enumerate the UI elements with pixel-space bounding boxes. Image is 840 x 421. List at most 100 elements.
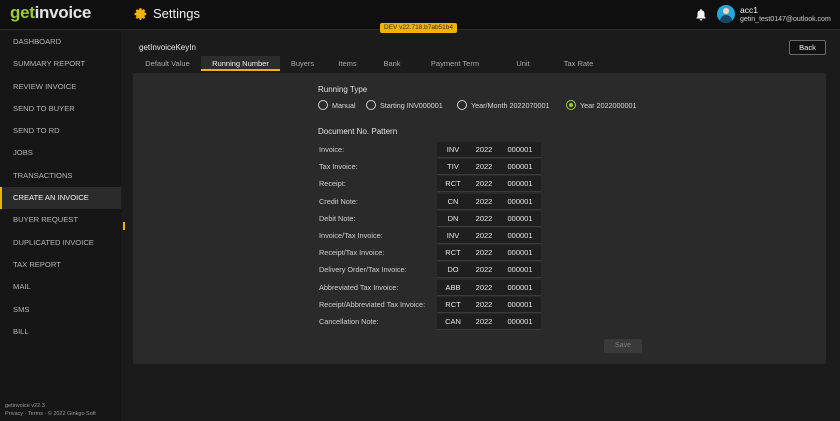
radio-unchecked-icon[interactable] — [318, 100, 328, 110]
sidebar-item-send-to-buyer[interactable]: SEND TO BUYER — [0, 98, 121, 120]
prefix-field[interactable]: INV — [437, 228, 469, 244]
settings-tabs: Default Value Running Number Buyers Items Ba… — [134, 56, 607, 71]
number-field[interactable]: 000001 — [499, 228, 541, 244]
footer-separator: · — [24, 411, 27, 417]
tab-bank[interactable]: Bank — [370, 56, 414, 71]
sidebar-collapse-handle[interactable] — [123, 222, 125, 230]
prefix-field[interactable]: RCT — [437, 296, 469, 313]
running-type-label: Running Type — [318, 85, 368, 94]
prefix-field[interactable]: TIV — [437, 159, 469, 176]
sidebar-item-dashboard[interactable]: DASHBOARD — [0, 31, 121, 53]
number-field[interactable]: 000001 — [499, 279, 541, 296]
year-field[interactable]: 2022 — [469, 176, 499, 193]
prefix-field[interactable]: DN — [437, 210, 469, 227]
year-field[interactable]: 2022 — [469, 193, 499, 210]
year-field[interactable]: 2022 — [469, 296, 499, 313]
prefix-field[interactable]: INV — [437, 142, 469, 158]
number-field[interactable]: 000001 — [499, 210, 541, 227]
tab-tax-rate[interactable]: Tax Rate — [550, 56, 607, 71]
running-type-option[interactable]: Starting INV000001 — [366, 99, 443, 111]
prefix-field[interactable]: RCT — [437, 176, 469, 193]
sidebar-item-send-to-rd[interactable]: SEND TO RD — [0, 120, 121, 142]
sidebar-item-buyer-request[interactable]: BUYER REQUEST — [0, 209, 121, 231]
pattern-row-label: Delivery Order/Tax Invoice: — [319, 265, 407, 275]
radio-unchecked-icon[interactable] — [366, 100, 376, 110]
year-field[interactable]: 2022 — [469, 279, 499, 296]
gear-icon — [134, 7, 147, 20]
year-field[interactable]: 2022 — [469, 210, 499, 227]
number-field[interactable]: 000001 — [499, 176, 541, 193]
bell-icon[interactable] — [695, 8, 707, 21]
avatar-body-shape — [720, 15, 732, 23]
sidebar-item-mail[interactable]: MAIL — [0, 276, 121, 298]
sidebar-item-transactions[interactable]: TRANSACTIONS — [0, 165, 121, 187]
terms-link[interactable]: Terms — [28, 411, 43, 417]
pattern-section-label: Document No. Pattern — [318, 127, 398, 136]
footer-separator: · — [44, 411, 47, 417]
number-field[interactable]: 000001 — [499, 142, 541, 158]
copyright-text: © 2022 Ginkgo Soft — [47, 411, 96, 417]
sidebar-nav: DASHBOARD SUMMARY REPORT REVIEW INVOICE SEN… — [0, 31, 121, 343]
running-type-option[interactable]: Manual — [318, 99, 356, 111]
footer-version: getinvoice v22.3 — [5, 403, 45, 409]
sidebar-item-create-an-invoice[interactable]: CREATE AN INVOICE — [0, 187, 121, 210]
year-field[interactable]: 2022 — [469, 142, 499, 158]
prefix-field[interactable]: DO — [437, 262, 469, 279]
sidebar-item-jobs[interactable]: JOBS — [0, 142, 121, 164]
pattern-row-label: Abbreviated Tax Invoice: — [319, 282, 399, 292]
year-field[interactable]: 2022 — [469, 228, 499, 244]
sidebar-item-sms[interactable]: SMS — [0, 299, 121, 321]
radio-label: Year 2022000001 — [580, 100, 637, 110]
app-logo[interactable]: getinvoice — [10, 3, 91, 23]
radio-label: Year/Month 2022070001 — [471, 100, 550, 110]
save-button[interactable]: Save — [604, 339, 642, 353]
tab-running-number[interactable]: Running Number — [201, 56, 280, 71]
sidebar-item-summary-report[interactable]: SUMMARY REPORT — [0, 53, 121, 75]
sidebar-footer: getinvoice v22.3 Privacy · Terms · © 202… — [5, 402, 96, 418]
footer-links: Privacy · Terms · © 2022 Ginkgo Soft — [5, 410, 96, 418]
year-field[interactable]: 2022 — [469, 262, 499, 279]
version-badge: DEV v22.718.b7ab51b4 — [380, 23, 458, 33]
number-field[interactable]: 000001 — [499, 193, 541, 210]
avatar[interactable] — [717, 5, 735, 23]
pattern-row-label: Debit Note: — [319, 213, 356, 223]
tab-buyers[interactable]: Buyers — [280, 56, 325, 71]
pattern-row-label: Invoice/Tax Invoice: — [319, 231, 383, 240]
settings-heading: Settings — [134, 6, 200, 21]
page-title: getInvoiceKeyIn — [139, 43, 196, 52]
number-field[interactable]: 000001 — [499, 314, 541, 330]
sidebar-item-review-invoice[interactable]: REVIEW INVOICE — [0, 76, 121, 98]
pattern-row-label: Receipt: — [319, 179, 346, 189]
avatar-head-shape — [723, 8, 729, 14]
number-field[interactable]: 000001 — [499, 296, 541, 313]
running-type-option[interactable]: Year/Month 2022070001 — [457, 99, 549, 111]
year-field[interactable]: 2022 — [469, 314, 499, 330]
logo-part-get: get — [10, 3, 35, 22]
running-type-option[interactable]: Year 2022000001 — [566, 99, 637, 111]
tab-payment-term[interactable]: Payment Term — [414, 56, 496, 71]
year-field[interactable]: 2022 — [469, 159, 499, 176]
year-field[interactable]: 2022 — [469, 245, 499, 262]
pattern-row-label: Tax Invoice: — [319, 162, 358, 172]
tab-items[interactable]: Items — [325, 56, 370, 71]
user-name[interactable]: acc1 — [740, 5, 758, 15]
number-field[interactable]: 000001 — [499, 159, 541, 176]
tab-unit[interactable]: Unit — [496, 56, 550, 71]
pattern-row-label: Credit Note: — [319, 196, 358, 206]
radio-checked-icon[interactable] — [566, 100, 576, 110]
prefix-field[interactable]: ABB — [437, 279, 469, 296]
prefix-field[interactable]: CAN — [437, 314, 469, 330]
sidebar-item-bill[interactable]: BILL — [0, 321, 121, 343]
sidebar-item-duplicated-invoice[interactable]: DUPLICATED INVOICE — [0, 232, 121, 254]
number-field[interactable]: 000001 — [499, 262, 541, 279]
prefix-field[interactable]: CN — [437, 193, 469, 210]
tab-default-value[interactable]: Default Value — [134, 56, 201, 71]
sidebar-item-tax-report[interactable]: TAX REPORT — [0, 254, 121, 276]
radio-unchecked-icon[interactable] — [457, 100, 467, 110]
pattern-row-label: Receipt/Abbreviated Tax Invoice: — [319, 299, 426, 309]
prefix-field[interactable]: RCT — [437, 245, 469, 262]
back-button[interactable]: Back — [789, 40, 826, 55]
number-field[interactable]: 000001 — [499, 245, 541, 262]
privacy-link[interactable]: Privacy — [5, 411, 23, 417]
radio-label: Starting INV000001 — [380, 100, 443, 110]
